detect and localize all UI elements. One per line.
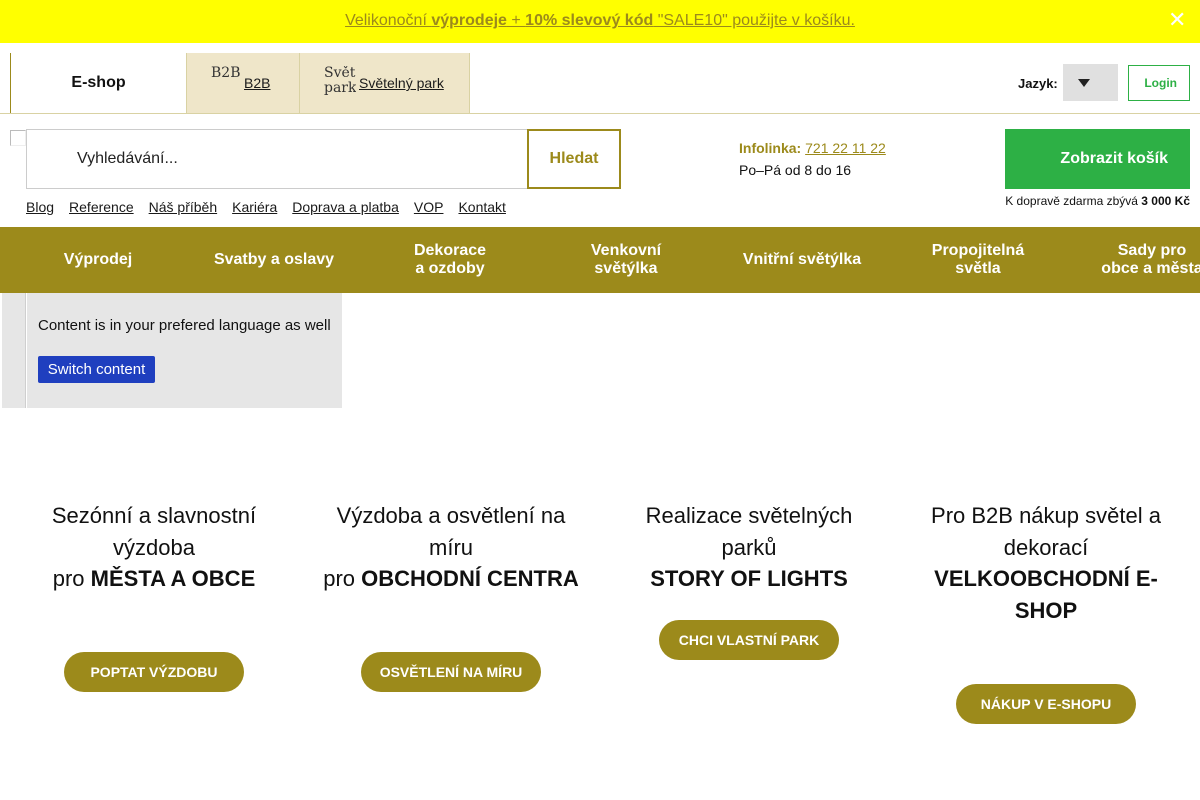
park-image-placeholder: Světelný park	[324, 66, 356, 96]
promo-bold-code: 10% slevový kód	[525, 12, 654, 29]
link-reference[interactable]: Reference	[69, 199, 134, 215]
shipping-amount: 3 000 Kč	[1141, 194, 1190, 208]
service-prefix: pro	[323, 566, 362, 591]
secondary-links: Blog Reference Náš příběh Kariéra Doprav…	[26, 199, 521, 215]
language-select[interactable]	[1063, 64, 1118, 101]
tab-b2b-label: B2B	[244, 75, 271, 91]
search-box	[26, 129, 527, 189]
tab-eshop-label: E-shop	[71, 74, 126, 91]
b2b-image-placeholder: B2B	[211, 66, 241, 81]
service-target: STORY OF LIGHTS	[650, 566, 848, 591]
search-input[interactable]	[77, 150, 497, 168]
nav-item-weddings[interactable]: Svatby a oslavy	[186, 227, 362, 293]
nav-item-decorations[interactable]: Dekorace a ozdoby	[362, 227, 538, 293]
tab-light-park[interactable]: Světelný park Světelný park	[299, 53, 470, 113]
link-blog[interactable]: Blog	[26, 199, 54, 215]
tab-light-park-label: Světelný park	[359, 75, 444, 91]
service-heading: Výzdoba a osvětlení na	[336, 503, 566, 528]
close-icon[interactable]: ✕	[1168, 9, 1186, 31]
service-target: VELKOOBCHODNÍ E-SHOP	[934, 566, 1158, 623]
infoline-label: Infolinka:	[739, 140, 802, 156]
tab-b2b[interactable]: B2B B2B	[186, 53, 299, 113]
service-heading: míru	[429, 534, 473, 560]
logo-image[interactable]	[10, 130, 26, 146]
language-notice: Content is in your prefered language as …	[27, 293, 342, 408]
promo-text: "SALE10" použijte v košíku.	[653, 12, 855, 29]
service-prefix: pro	[52, 566, 91, 591]
view-cart-button[interactable]: Zobrazit košík	[1005, 129, 1190, 189]
service-target: MĚSTA A OBCE	[90, 566, 256, 591]
language-label: Jazyk:	[1018, 76, 1058, 91]
link-career[interactable]: Kariéra	[232, 199, 277, 215]
service-heading: výzdoba	[113, 534, 195, 560]
service-heading: dekorací	[1003, 534, 1089, 560]
promo-text: +	[506, 12, 526, 29]
service-heading: Realizace světelných parků	[645, 503, 853, 560]
promo-text: Velikonoční	[345, 12, 432, 29]
link-terms[interactable]: VOP	[414, 199, 444, 215]
search-button[interactable]: Hledat	[527, 129, 621, 189]
promo-bar: Velikonoční výprodeje + 10% slevový kód …	[0, 0, 1200, 43]
chevron-down-icon	[1078, 79, 1090, 87]
language-notice-strip	[2, 293, 26, 408]
shipping-text: K dopravě zdarma zbývá	[1005, 194, 1142, 208]
main-nav: Výprodej Svatby a oslavy Dekorace a ozdo…	[0, 227, 1200, 293]
service-heading: Pro B2B nákup světel a	[931, 503, 1161, 528]
infoline-phone[interactable]: 721 22 11 22	[805, 140, 886, 156]
infoline: Infolinka: 721 22 11 22 Po–Pá od 8 do 16	[739, 137, 886, 181]
promo-link[interactable]: Velikonoční výprodeje + 10% slevový kód …	[345, 12, 855, 29]
service-towns: Sezónní a slavnostní výzdoba pro MĚSTA A…	[24, 500, 284, 595]
tab-eshop[interactable]: E-shop	[10, 53, 186, 113]
nav-item-connectable-lights[interactable]: Propojitelná světla	[890, 227, 1066, 293]
free-shipping-note: K dopravě zdarma zbývá 3 000 Kč	[1005, 194, 1190, 208]
request-decoration-button[interactable]: POPTAT VÝZDOBU	[64, 652, 244, 692]
language-notice-message: Content is in your prefered language as …	[38, 317, 331, 334]
service-light-parks: Realizace světelných parků STORY OF LIGH…	[619, 500, 879, 595]
nav-item-indoor-lights[interactable]: Vnitřní světýlka	[714, 227, 890, 293]
login-label: Login	[1144, 76, 1177, 90]
nav-item-sale[interactable]: Výprodej	[10, 227, 186, 293]
link-story[interactable]: Náš příběh	[149, 199, 217, 215]
link-contact[interactable]: Kontakt	[458, 199, 505, 215]
custom-lighting-button[interactable]: OSVĚTLENÍ NA MÍRU	[361, 652, 541, 692]
service-target: OBCHODNÍ CENTRA	[361, 566, 579, 591]
login-button[interactable]: Login	[1128, 65, 1190, 101]
eshop-purchase-button[interactable]: NÁKUP V E-SHOPU	[956, 684, 1136, 724]
nav-item-outdoor-lights[interactable]: Venkovní světýlka	[538, 227, 714, 293]
switch-content-button[interactable]: Switch content	[38, 356, 155, 383]
service-heading: Sezónní a slavnostní	[51, 503, 257, 528]
infoline-hours: Po–Pá od 8 do 16	[739, 162, 852, 178]
promo-bold-sale: výprodeje	[431, 12, 507, 29]
service-b2b: Pro B2B nákup světel a dekorací VELKOOBC…	[916, 500, 1176, 626]
nav-item-town-sets[interactable]: Sady pro obce a města	[1066, 227, 1200, 293]
link-shipping-payment[interactable]: Doprava a platba	[292, 199, 399, 215]
service-malls: Výzdoba a osvětlení na míru pro OBCHODNÍ…	[321, 500, 581, 595]
own-park-button[interactable]: CHCI VLASTNÍ PARK	[659, 620, 839, 660]
